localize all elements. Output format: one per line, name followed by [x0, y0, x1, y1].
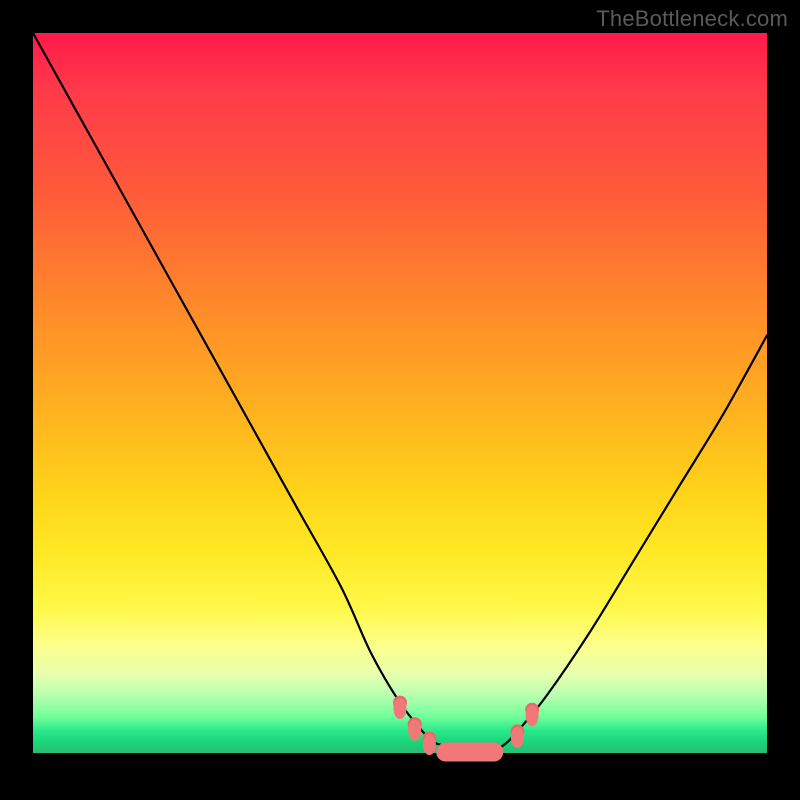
curve-svg	[33, 33, 767, 753]
highlight-lobe	[526, 706, 538, 726]
highlight-lobe	[423, 735, 435, 755]
highlight-marker-group	[393, 696, 539, 761]
plot-area	[33, 33, 767, 753]
highlight-lobe	[511, 727, 523, 747]
highlight-lobe	[394, 699, 406, 719]
valley-bar	[437, 743, 503, 761]
chart-frame: TheBottleneck.com	[0, 0, 800, 800]
watermark-text: TheBottleneck.com	[596, 6, 788, 32]
highlight-lobe	[409, 720, 421, 740]
bottleneck-curve	[33, 33, 767, 754]
